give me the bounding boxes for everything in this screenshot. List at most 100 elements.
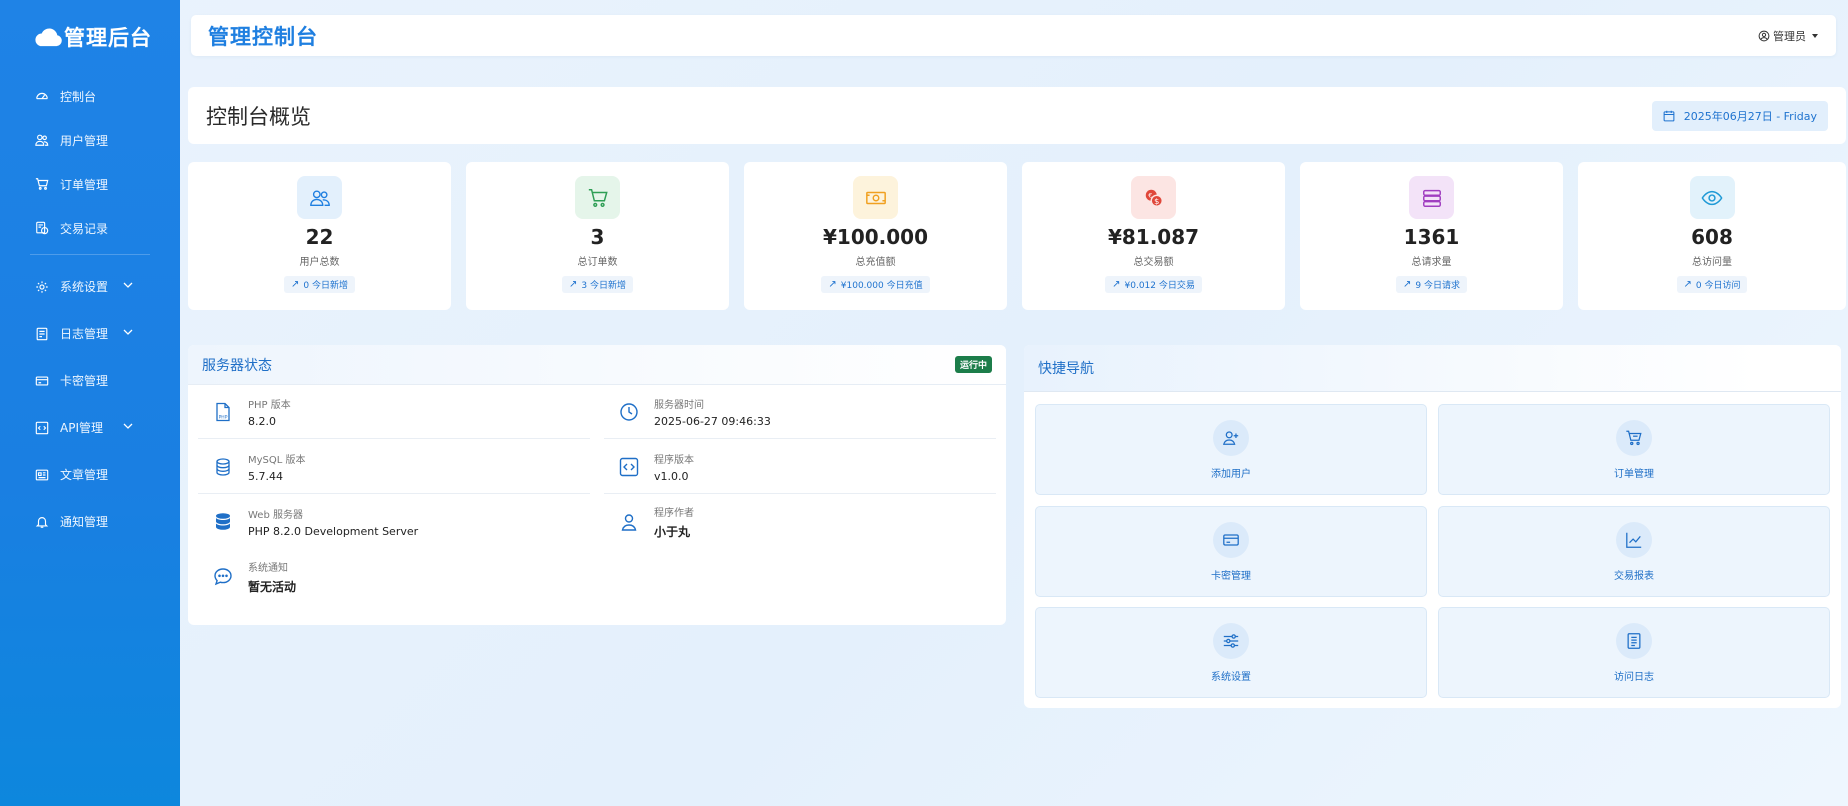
users-icon [297, 176, 342, 219]
server-info-value: 8.2.0 [248, 414, 276, 428]
money-icon [853, 176, 898, 219]
stat-value: 22 [305, 225, 334, 249]
sidebar-item-label: 通知管理 [60, 515, 109, 529]
brand-name: 管理后台 [64, 26, 152, 50]
stat-trend-text: 3 今日新增 [581, 281, 626, 291]
log-icon [35, 327, 49, 341]
sidebar-item-label: 日志管理 [60, 327, 109, 341]
server-icon [1409, 176, 1454, 219]
sidebar-item-label: 订单管理 [60, 177, 109, 192]
stat-trend: ↗ 0 今日访问 [1676, 276, 1748, 293]
stat-value: ¥81.087 [1107, 225, 1200, 249]
user-circle-icon [1758, 30, 1770, 41]
php-file-icon: PHP [212, 401, 234, 423]
chat-icon [212, 566, 234, 588]
svg-text:PHP: PHP [219, 414, 228, 420]
brand[interactable]: 管理后台 [0, 0, 180, 74]
server-status-panel: 服务器状态 运行中 PHP PHP 版本 8.2.0 服务器时间 2025-06-2… [188, 345, 1006, 625]
quick-nav-settings[interactable]: 系统设置 [1035, 607, 1427, 698]
stat-trend-text: ¥0.012 今日交易 [1124, 281, 1195, 291]
stat-value: ¥100.000 [822, 225, 928, 249]
sidebar-item-notifications[interactable]: 通知管理 [0, 498, 180, 545]
sidebar-item-users[interactable]: 用户管理 [0, 118, 180, 162]
clock-icon [618, 401, 640, 423]
quick-nav-panel: 快捷导航 添加用户 订单管理 卡密管理 交易报表 系统设置 访问日志 [1024, 345, 1841, 708]
server-info-value: PHP 8.2.0 Development Server [248, 525, 419, 538]
stat-trend: ↗ 9 今日请求 [1396, 276, 1467, 293]
server-info-key: 程序版本 [654, 454, 694, 466]
stat-value: 608 [1691, 225, 1733, 249]
date-badge: 2025年06月27日 - Friday [1651, 100, 1828, 131]
gear-icon [35, 280, 49, 294]
api-icon [35, 421, 49, 435]
sidebar-item-articles[interactable]: 文章管理 [0, 451, 180, 498]
stat-trend: ↗ ¥0.012 今日交易 [1105, 276, 1202, 293]
coins-icon: $ € [1131, 176, 1176, 219]
overview-title: 控制台概览 [206, 104, 311, 129]
person-icon [618, 511, 640, 533]
server-info-version: 程序版本 v1.0.0 [604, 440, 996, 494]
overview-header: 控制台概览 2025年06月27日 - Friday [188, 87, 1846, 144]
chevron-down-icon [123, 329, 133, 335]
sliders-icon [1213, 623, 1249, 659]
server-info-notice: 系统通知 暂无活动 [198, 550, 590, 604]
trend-up-icon: ↗ [1403, 279, 1412, 290]
stat-card-orders: 3 总订单数 ↗ 3 今日新增 [466, 162, 729, 310]
quick-nav-label: 卡密管理 [1211, 571, 1251, 582]
user-menu-button[interactable]: 管理员 [1758, 28, 1818, 44]
quick-nav-orders[interactable]: 订单管理 [1438, 404, 1830, 495]
stat-card-recharge: ¥100.000 总充值额 ↗ ¥100.000 今日充值 [744, 162, 1007, 310]
server-info-php: PHP PHP 版本 8.2.0 [198, 385, 590, 439]
server-status-title: 服务器状态 [202, 357, 272, 374]
cart-icon [575, 176, 620, 219]
server-info-web: Web 服务器 PHP 8.2.0 Development Server [198, 495, 590, 549]
transaction-icon [35, 221, 49, 235]
stat-card-transactions: $ € ¥81.087 总交易额 ↗ ¥0.012 今日交易 [1022, 162, 1285, 310]
quick-nav-label: 订单管理 [1614, 469, 1654, 480]
stat-card-requests: 1361 总请求量 ↗ 9 今日请求 [1300, 162, 1563, 310]
quick-nav-label: 访问日志 [1614, 672, 1654, 683]
sidebar-item-dashboard[interactable]: 控制台 [0, 74, 180, 118]
quick-nav-add-user[interactable]: 添加用户 [1035, 404, 1427, 495]
users-icon [35, 133, 49, 147]
stat-label: 总请求量 [1411, 257, 1452, 268]
database-icon [212, 456, 234, 478]
quick-nav-cards[interactable]: 卡密管理 [1035, 506, 1427, 597]
sidebar-item-transactions[interactable]: 交易记录 [0, 206, 180, 250]
sidebar-item-label: 文章管理 [60, 468, 109, 482]
trend-up-icon: ↗ [291, 279, 300, 290]
sidebar-item-settings[interactable]: 系统设置 [0, 263, 180, 310]
stats-row: 22 用户总数 ↗ 0 今日新增 3 总订单数 ↗ 3 今日新增 ¥100.000 … [188, 162, 1846, 310]
chevron-down-icon [123, 282, 133, 288]
trend-up-icon: ↗ [1683, 279, 1692, 290]
stat-value: 1361 [1403, 225, 1460, 249]
stat-value: 3 [590, 225, 605, 249]
dashboard-icon [35, 89, 49, 103]
quick-nav-access-log[interactable]: 访问日志 [1438, 607, 1830, 698]
user-name: 管理员 [1773, 29, 1806, 43]
stat-label: 总订单数 [577, 257, 618, 268]
stat-trend-text: ¥100.000 今日充值 [840, 281, 923, 291]
quick-nav-reports[interactable]: 交易报表 [1438, 506, 1830, 597]
sidebar-divider [30, 254, 150, 255]
sidebar-item-label: 系统设置 [60, 280, 109, 294]
stat-trend: ↗ 3 今日新增 [562, 276, 633, 293]
server-info-value: 5.7.44 [248, 469, 283, 483]
current-date: 2025年06月27日 - Friday [1683, 109, 1817, 123]
server-info-grid: PHP PHP 版本 8.2.0 服务器时间 2025-06-27 09:46:33… [188, 385, 1006, 625]
stat-trend: ↗ ¥100.000 今日充值 [821, 276, 930, 293]
sidebar-item-orders[interactable]: 订单管理 [0, 162, 180, 206]
sidebar-item-api[interactable]: API管理 [0, 404, 180, 451]
top-bar: 管理控制台 管理员 [191, 15, 1836, 56]
quick-nav-label: 添加用户 [1211, 469, 1251, 480]
sidebar-item-logs[interactable]: 日志管理 [0, 310, 180, 357]
sidebar-item-label: API管理 [60, 421, 103, 435]
quick-nav-header: 快捷导航 [1024, 345, 1841, 392]
sidebar-item-label: 用户管理 [60, 133, 109, 148]
stat-trend-text: 9 今日请求 [1415, 281, 1460, 291]
server-info-key: 程序作者 [654, 508, 694, 519]
add-user-icon [1213, 420, 1249, 456]
server-info-key: 服务器时间 [654, 399, 704, 411]
stat-label: 总交易额 [1133, 257, 1174, 268]
sidebar-item-cards[interactable]: 卡密管理 [0, 357, 180, 404]
